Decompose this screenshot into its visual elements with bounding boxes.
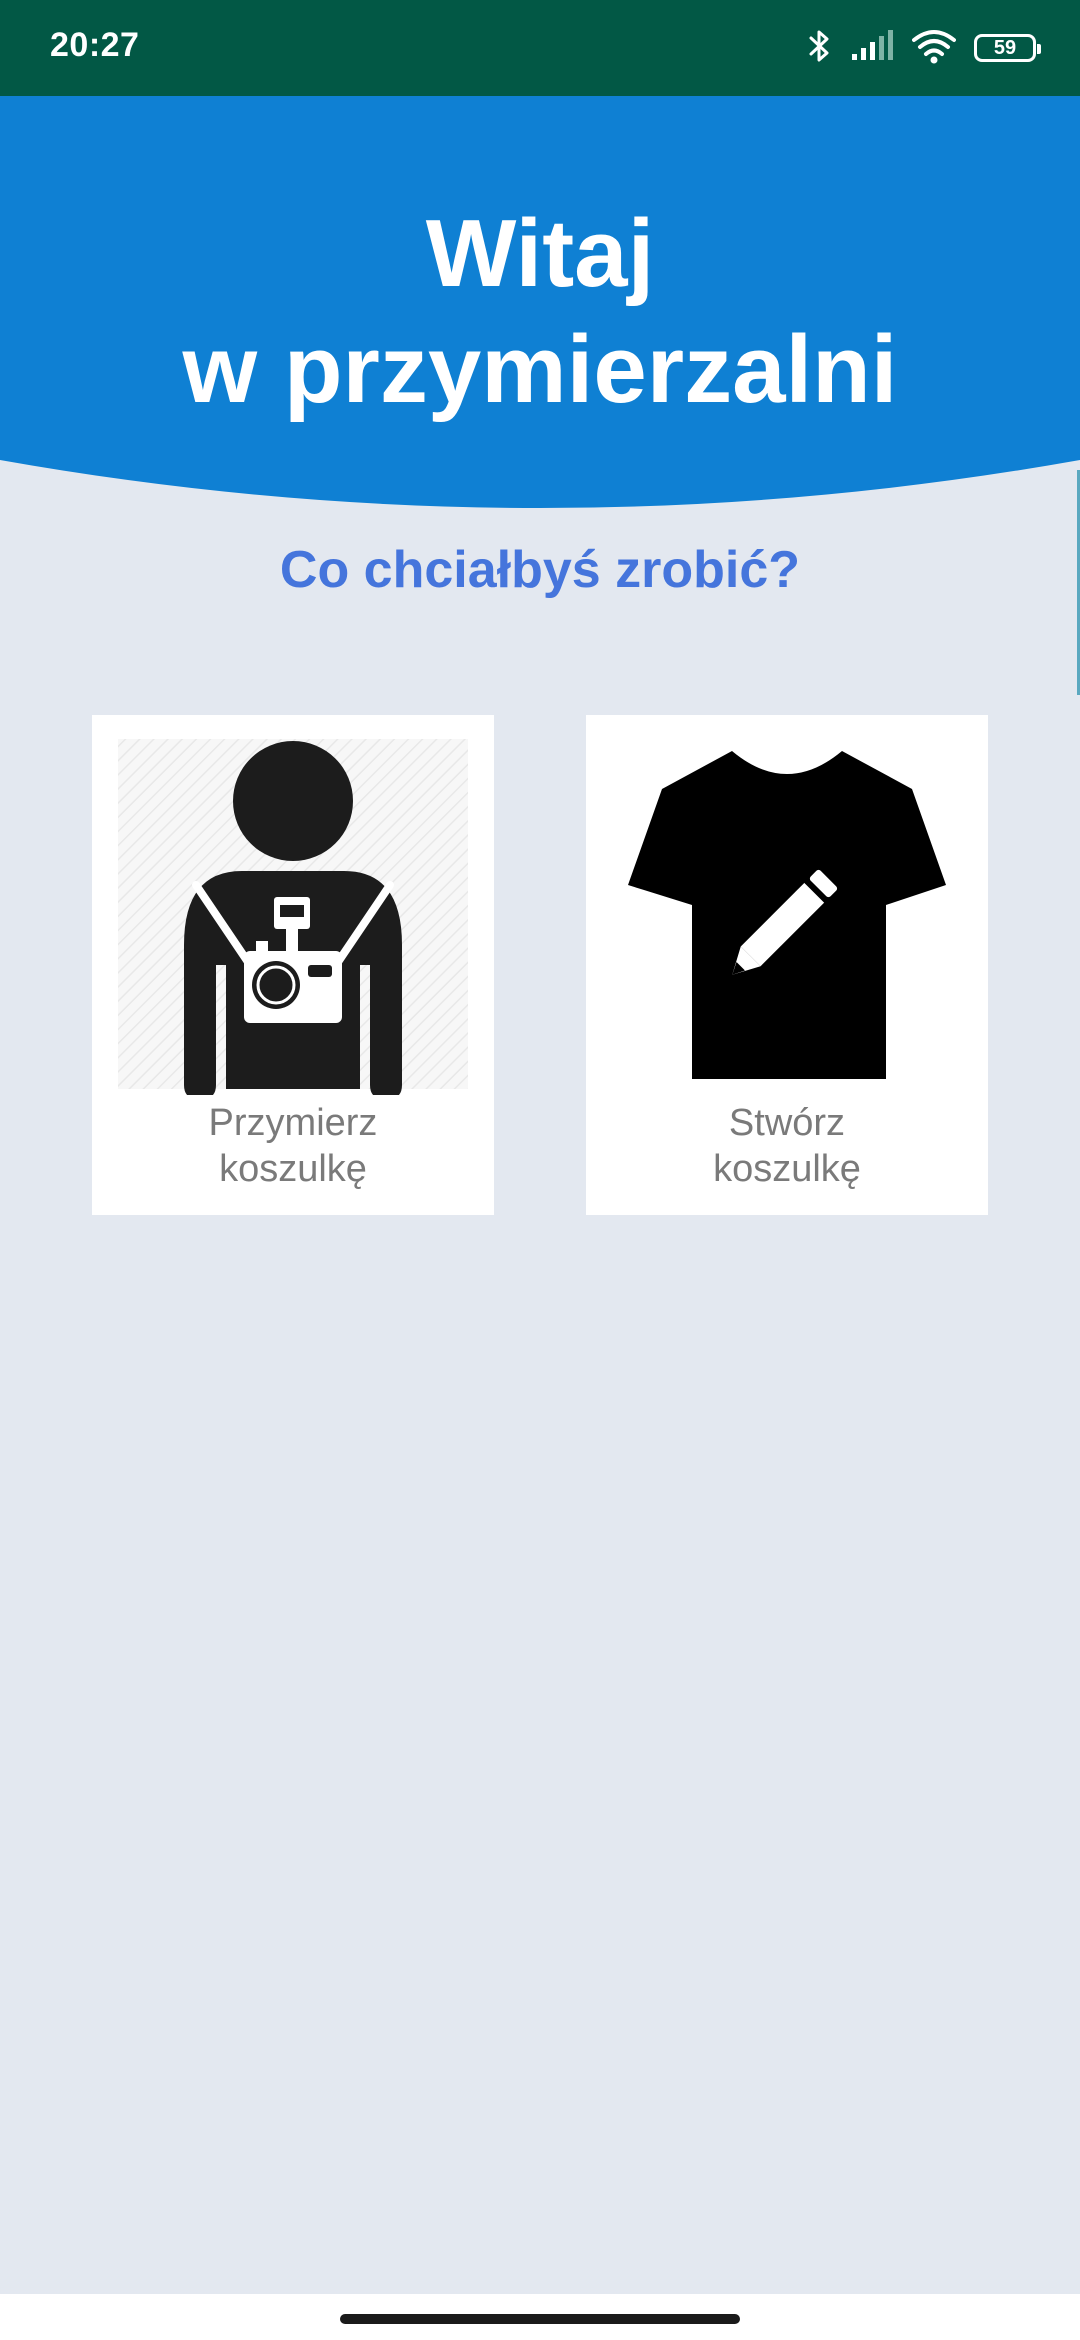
bluetooth-icon <box>808 28 832 69</box>
try-on-label-line-2: koszulkę <box>219 1148 367 1190</box>
wifi-icon <box>912 28 956 69</box>
status-bar: 20:27 59 <box>0 0 1080 96</box>
create-label-line-1: Stwórz <box>728 1102 846 1144</box>
tshirt-pencil-icon <box>586 715 988 1095</box>
navigation-bar <box>0 2294 1080 2340</box>
create-tshirt-button[interactable]: Stwórz koszulkę <box>586 715 988 1215</box>
status-time: 20:27 <box>50 26 140 64</box>
header-banner: Witaj w przymierzalni <box>0 96 1080 516</box>
create-label-line-2: koszulkę <box>713 1148 861 1190</box>
battery-icon: 59 <box>974 34 1041 62</box>
title-line-1: Witaj <box>425 200 655 307</box>
home-indicator[interactable] <box>340 2314 740 2324</box>
person-with-camera-icon <box>92 715 494 1099</box>
try-on-tshirt-label: Przymierz koszulkę <box>92 1100 494 1192</box>
page-title: Witaj w przymierzalni <box>0 196 1080 428</box>
status-icons: 59 <box>808 28 1041 69</box>
create-tshirt-label: Stwórz koszulkę <box>586 1100 988 1192</box>
try-on-tshirt-button[interactable]: Przymierz koszulkę <box>92 715 494 1215</box>
title-line-2: w przymierzalni <box>182 316 898 423</box>
battery-level: 59 <box>993 36 1017 59</box>
try-on-label-line-1: Przymierz <box>208 1102 378 1144</box>
prompt-heading: Co chciałbyś zrobić? <box>279 541 801 599</box>
signal-icon <box>850 29 894 67</box>
